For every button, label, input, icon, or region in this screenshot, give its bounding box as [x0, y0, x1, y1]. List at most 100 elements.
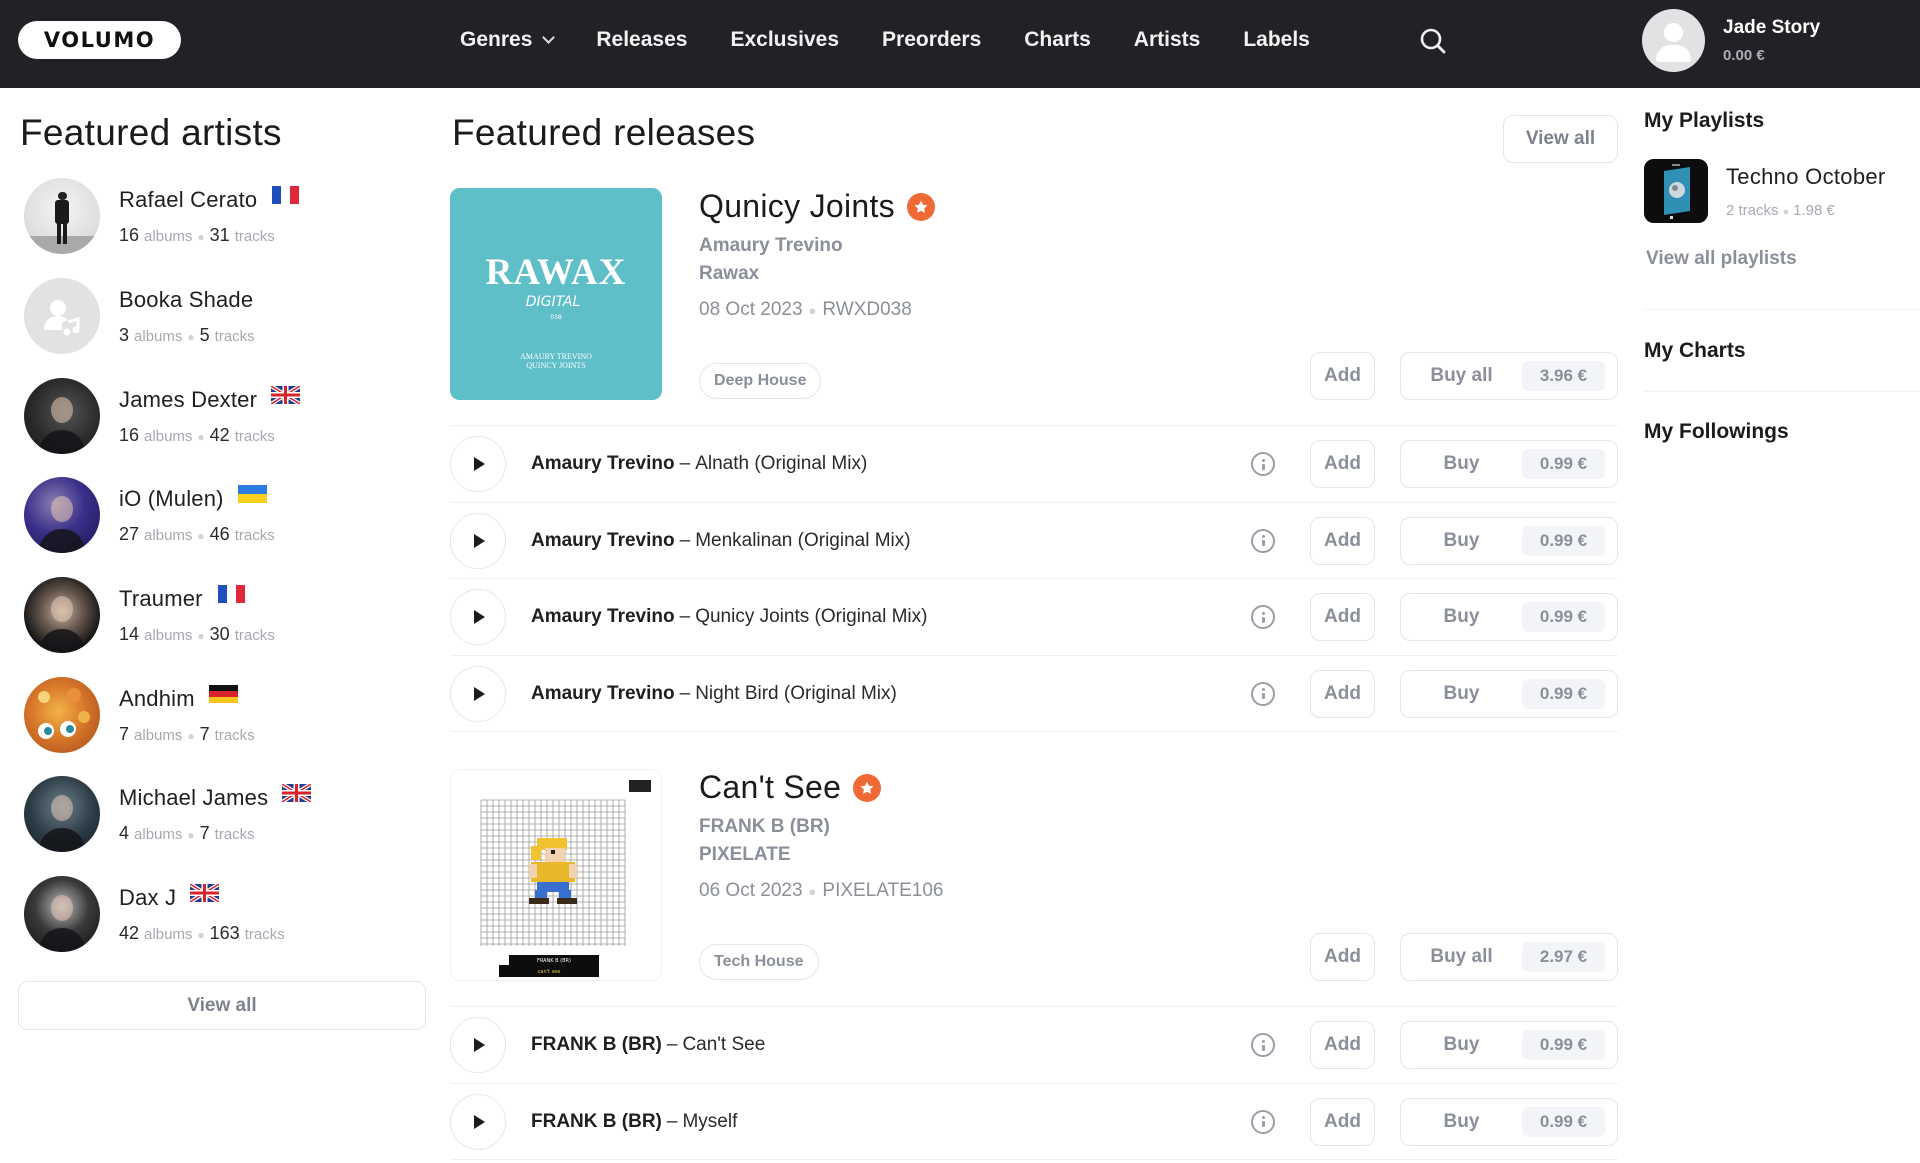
- buy-track-button[interactable]: Buy 0.99 €: [1400, 1021, 1618, 1069]
- user-name: Jade Story: [1723, 17, 1821, 38]
- play-button[interactable]: [450, 665, 506, 722]
- add-track-button[interactable]: Add: [1310, 440, 1375, 488]
- add-release-button[interactable]: Add: [1310, 933, 1375, 981]
- playlist-item[interactable]: Techno October 2 tracks ● 1.98 €: [1644, 159, 1886, 223]
- genre-tag[interactable]: Tech House: [699, 944, 819, 980]
- artist-name: Traumer: [119, 585, 203, 611]
- release-artist[interactable]: Amaury Trevino: [699, 235, 843, 257]
- album-count: 42: [119, 922, 140, 943]
- info-icon[interactable]: [1251, 1109, 1275, 1134]
- artist-item[interactable]: Michael James 4 albums ● 7 tracks: [24, 774, 424, 854]
- genre-tag[interactable]: Deep House: [699, 363, 822, 399]
- artwork-sub: DIGITAL: [526, 294, 581, 310]
- view-all-releases-button[interactable]: View all: [1503, 115, 1618, 163]
- buy-label: Buy: [1443, 529, 1480, 551]
- divider: [1643, 391, 1920, 392]
- playlist-thumbnail: [1644, 159, 1708, 223]
- track-name: Qunicy Joints (Original Mix): [695, 606, 928, 627]
- buy-all-button[interactable]: Buy all 3.96 €: [1400, 352, 1618, 400]
- add-track-button[interactable]: Add: [1310, 1021, 1375, 1069]
- track-title[interactable]: Amaury Trevino – Night Bird (Original Mix): [531, 656, 897, 732]
- nav-charts[interactable]: Charts: [1024, 28, 1091, 52]
- add-release-button[interactable]: Add: [1310, 352, 1375, 400]
- track-title[interactable]: FRANK B (BR) – Myself: [531, 1084, 737, 1160]
- tracks-unit: tracks: [214, 726, 255, 744]
- buy-all-button[interactable]: Buy all 2.97 €: [1400, 933, 1618, 981]
- add-track-button[interactable]: Add: [1310, 593, 1375, 641]
- artist-item[interactable]: Dax J 42 albums ● 163 tracks: [24, 874, 424, 954]
- info-icon[interactable]: [1251, 681, 1275, 706]
- track-price: 0.99 €: [1522, 449, 1605, 479]
- buy-track-button[interactable]: Buy 0.99 €: [1400, 593, 1618, 641]
- add-track-button[interactable]: Add: [1310, 1097, 1375, 1146]
- release-label[interactable]: Rawax: [699, 263, 759, 285]
- buy-track-button[interactable]: Buy 0.99 €: [1400, 669, 1618, 718]
- artist-item[interactable]: Traumer 14 albums ● 30 tracks: [24, 575, 424, 655]
- rawax-artwork: RAWAX DIGITAL 038 AMAURY TREVINO QUINCY …: [450, 188, 662, 400]
- playlist-meta: 2 tracks ● 1.98 €: [1726, 201, 1835, 219]
- play-icon: [474, 686, 485, 701]
- info-icon[interactable]: [1251, 1033, 1275, 1057]
- albums-unit: albums: [134, 726, 183, 744]
- track-name: Myself: [682, 1110, 738, 1132]
- nav-labels[interactable]: Labels: [1243, 28, 1310, 52]
- track-artist: Amaury Trevino: [531, 606, 675, 627]
- play-button[interactable]: [450, 436, 506, 492]
- add-track-button[interactable]: Add: [1310, 669, 1375, 718]
- user-menu[interactable]: Jade Story 0.00 €: [1642, 9, 1820, 72]
- play-button[interactable]: [450, 589, 506, 645]
- release-title[interactable]: Qunicy Joints: [699, 188, 935, 225]
- view-all-playlists-link[interactable]: View all playlists: [1646, 248, 1797, 270]
- play-button[interactable]: [450, 1093, 506, 1150]
- search-icon[interactable]: [1419, 27, 1447, 55]
- user-avatar: [1642, 9, 1705, 72]
- nav-genres[interactable]: Genres: [460, 28, 556, 52]
- track-title[interactable]: Amaury Trevino – Alnath (Original Mix): [531, 426, 867, 502]
- track-title[interactable]: FRANK B (BR) – Can't See: [531, 1007, 765, 1083]
- my-followings-title[interactable]: My Followings: [1644, 420, 1789, 444]
- release-artwork[interactable]: FRANK B (BR) can't see: [450, 769, 662, 981]
- info-icon[interactable]: [1251, 605, 1275, 629]
- volumo-logo[interactable]: VOLUMO: [18, 21, 181, 59]
- buy-track-button[interactable]: Buy 0.99 €: [1400, 1097, 1618, 1146]
- release-artist[interactable]: FRANK B (BR): [699, 816, 830, 838]
- info-icon[interactable]: [1251, 528, 1275, 553]
- buy-track-button[interactable]: Buy 0.99 €: [1400, 516, 1618, 565]
- nav-artists[interactable]: Artists: [1134, 28, 1201, 52]
- artist-item[interactable]: iO (Mulen) 27 albums ● 46 tracks: [24, 475, 424, 555]
- nav-releases[interactable]: Releases: [596, 28, 687, 52]
- artwork-line1: FRANK B (BR): [537, 958, 571, 964]
- artist-item[interactable]: Booka Shade 3 albums ● 5 tracks: [24, 276, 424, 356]
- play-button[interactable]: [450, 1017, 506, 1073]
- album-count: 16: [119, 424, 140, 445]
- nav-exclusives[interactable]: Exclusives: [730, 28, 839, 52]
- nav-preorders[interactable]: Preorders: [882, 28, 981, 52]
- artist-item[interactable]: James Dexter 16 albums ● 42 tracks: [24, 376, 424, 456]
- artwork-num: 038: [550, 314, 562, 321]
- track-name: Night Bird (Original Mix): [695, 682, 897, 704]
- info-icon[interactable]: [1251, 452, 1275, 476]
- track-count: 31: [209, 224, 230, 245]
- playlist-tracks: 2 tracks: [1726, 201, 1779, 219]
- release-title[interactable]: Can't See: [699, 769, 882, 806]
- add-track-button[interactable]: Add: [1310, 516, 1375, 565]
- view-all-artists-button[interactable]: View all: [18, 981, 426, 1030]
- my-playlists-title[interactable]: My Playlists: [1644, 109, 1764, 133]
- artist-item[interactable]: Andhim 7 albums ● 7 tracks: [24, 675, 424, 755]
- pixelate-artwork: FRANK B (BR) can't see: [451, 770, 661, 980]
- track-count: 163: [209, 922, 240, 943]
- buy-all-price: 2.97 €: [1522, 942, 1605, 972]
- artist-avatar: [24, 477, 100, 553]
- star-icon: [906, 192, 935, 221]
- release-catalog: RWXD038: [822, 299, 912, 320]
- buy-track-button[interactable]: Buy 0.99 €: [1400, 440, 1618, 488]
- release-artwork[interactable]: RAWAX DIGITAL 038 AMAURY TREVINO QUINCY …: [450, 188, 662, 400]
- my-charts-title[interactable]: My Charts: [1644, 339, 1746, 363]
- play-button[interactable]: [450, 512, 506, 569]
- artist-avatar: [24, 577, 100, 653]
- track-title[interactable]: Amaury Trevino – Menkalinan (Original Mix): [531, 503, 911, 579]
- release-label[interactable]: PIXELATE: [699, 844, 791, 866]
- track-title[interactable]: Amaury Trevino – Qunicy Joints (Original M…: [531, 579, 927, 655]
- artist-stats: 3 albums ● 5 tracks: [119, 324, 255, 345]
- artist-item[interactable]: Rafael Cerato 16 albums ● 31 tracks: [24, 176, 424, 256]
